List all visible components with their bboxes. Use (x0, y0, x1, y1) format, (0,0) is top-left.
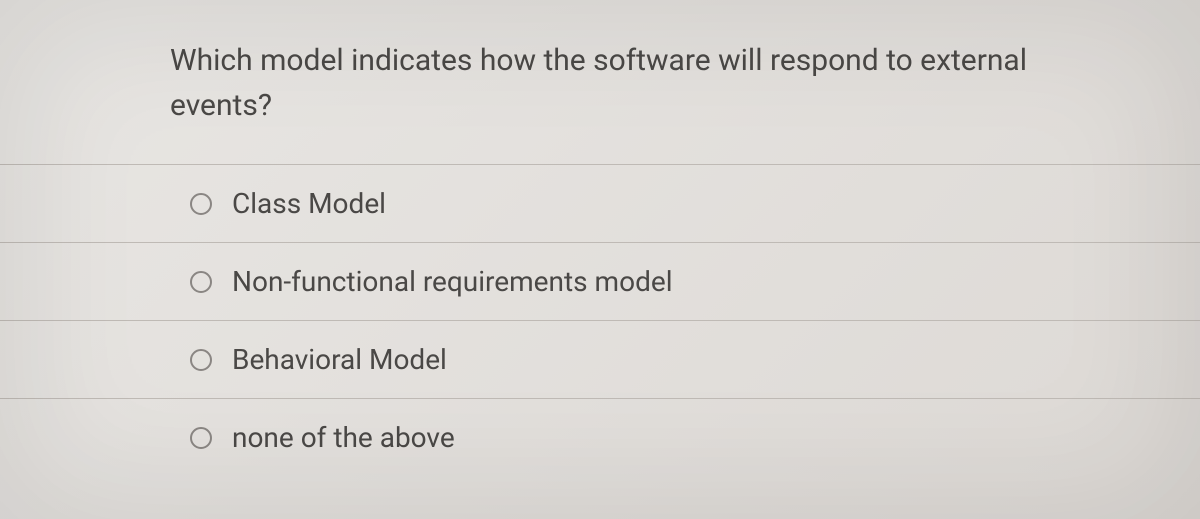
option-label: Class Model (232, 187, 386, 220)
option-label: Behavioral Model (232, 343, 447, 376)
option-label: Non-functional requirements model (232, 265, 673, 298)
option-row[interactable]: Non-functional requirements model (0, 242, 1200, 320)
question-container: Which model indicates how the software w… (0, 0, 1200, 476)
option-label: none of the above (232, 421, 455, 454)
radio-icon[interactable] (190, 271, 212, 293)
radio-icon[interactable] (190, 193, 212, 215)
option-row[interactable]: Behavioral Model (0, 320, 1200, 398)
question-text: Which model indicates how the software w… (0, 38, 1200, 128)
option-row[interactable]: Class Model (0, 164, 1200, 242)
option-row[interactable]: none of the above (0, 398, 1200, 476)
radio-icon[interactable] (190, 427, 212, 449)
radio-icon[interactable] (190, 349, 212, 371)
